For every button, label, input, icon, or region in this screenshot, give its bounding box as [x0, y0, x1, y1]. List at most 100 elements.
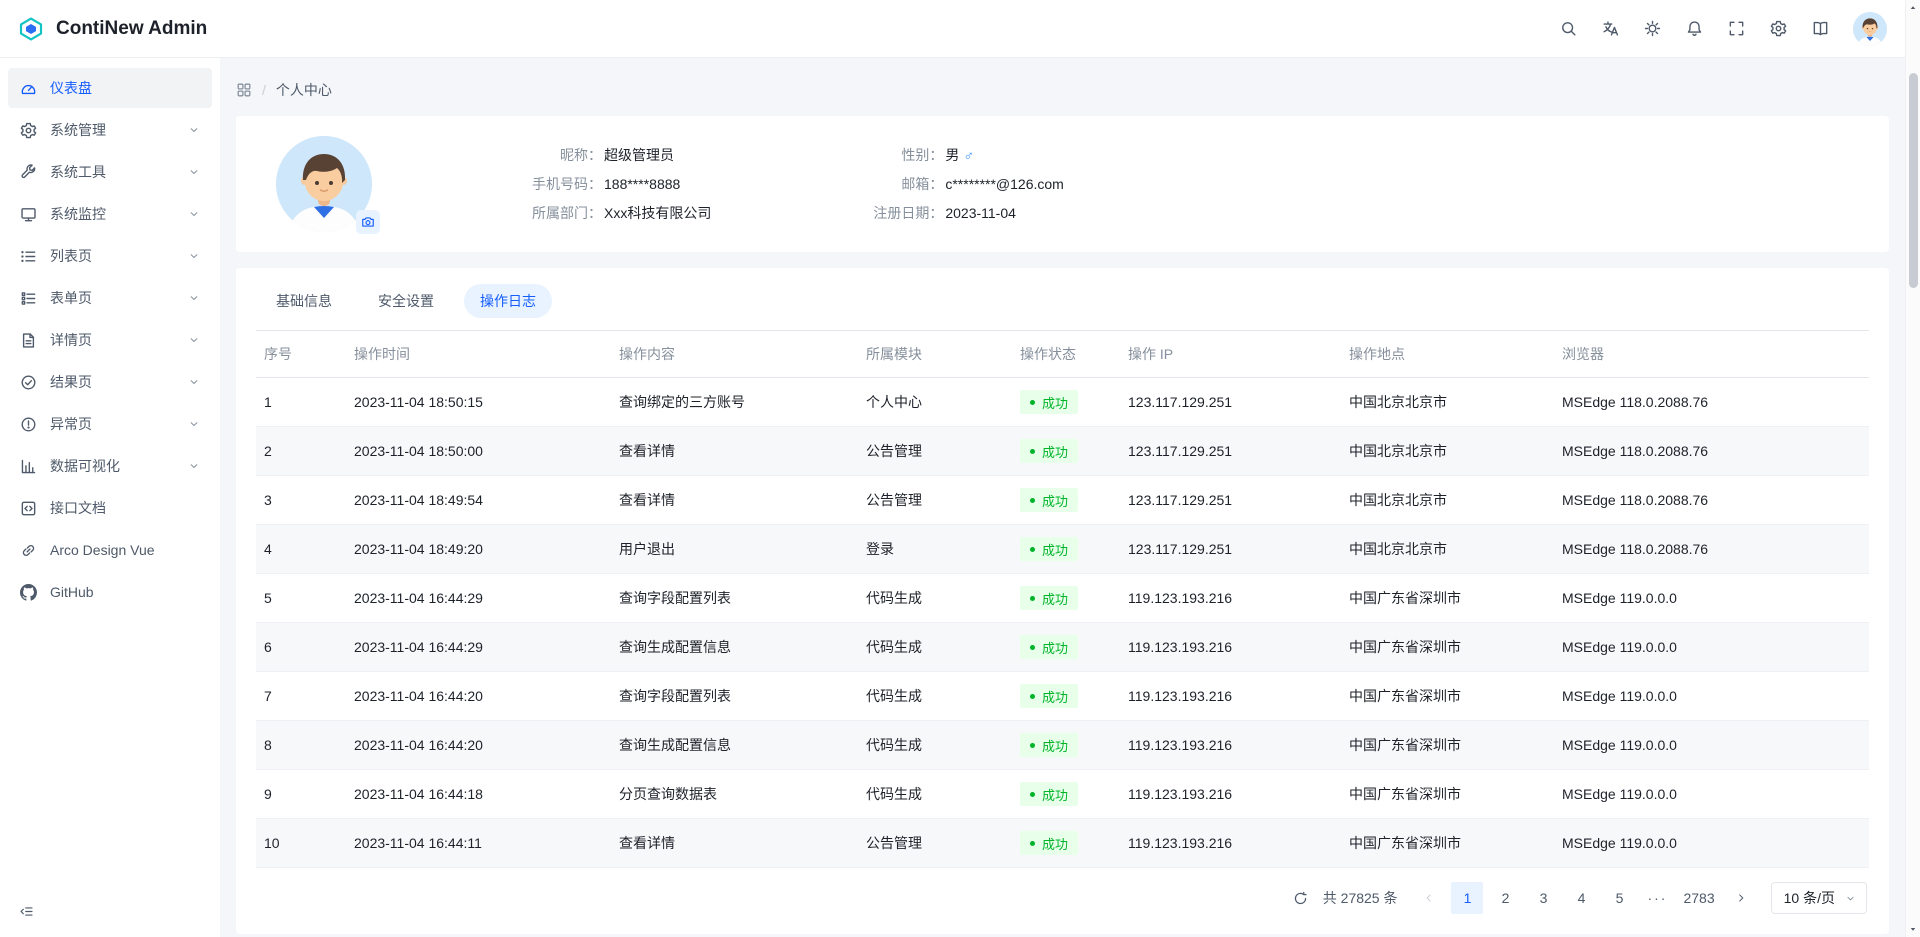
sidebar-item-arco-design-vue[interactable]: Arco Design Vue	[8, 530, 212, 570]
table-cell: 2023-11-04 18:50:15	[346, 378, 611, 427]
menu-label: 异常页	[50, 414, 175, 434]
scrollbar-thumb[interactable]	[1909, 73, 1918, 288]
scroll-up-arrow[interactable]	[1906, 1, 1920, 15]
fullscreen-button[interactable]	[1719, 12, 1753, 46]
table-cell: 119.123.193.216	[1120, 672, 1341, 721]
table-cell: 119.123.193.216	[1120, 574, 1341, 623]
table-cell: 中国广东省深圳市	[1341, 770, 1554, 819]
refresh-button[interactable]	[1287, 884, 1315, 912]
table-cell: 119.123.193.216	[1120, 721, 1341, 770]
settings-button[interactable]	[1761, 12, 1795, 46]
tab-security-settings[interactable]: 安全设置	[362, 284, 450, 318]
profile-field: 注册日期：2023-11-04	[861, 201, 1064, 225]
table-cell: 119.123.193.216	[1120, 770, 1341, 819]
table-cell: 中国广东省深圳市	[1341, 574, 1554, 623]
app-logo[interactable]: ContiNew Admin	[16, 14, 207, 44]
app-title: ContiNew Admin	[56, 18, 207, 40]
apps-icon[interactable]	[236, 82, 252, 98]
sidebar-item-list-page[interactable]: 列表页	[8, 236, 212, 276]
status-badge: 成功	[1020, 488, 1078, 512]
status-badge: 成功	[1020, 831, 1078, 855]
tool-icon	[20, 164, 37, 181]
profile-card: 昵称：超级管理员手机号码：188****8888所属部门：Xxx科技有限公司性别…	[236, 116, 1889, 252]
table-cell: MSEdge 119.0.0.0	[1554, 574, 1869, 623]
sidebar-item-form-page[interactable]: 表单页	[8, 278, 212, 318]
file-icon	[20, 332, 37, 349]
sidebar-item-data-visualization[interactable]: 数据可视化	[8, 446, 212, 486]
translate-button[interactable]	[1593, 12, 1627, 46]
change-avatar-button[interactable]	[356, 210, 380, 234]
theme-button[interactable]	[1635, 12, 1669, 46]
status-label: 成功	[1042, 785, 1068, 804]
menu-label: 系统监控	[50, 204, 175, 224]
sidebar-item-system-monitor[interactable]: 系统监控	[8, 194, 212, 234]
profile-field-value: 188****8888	[604, 172, 680, 196]
page-button-4[interactable]: 4	[1565, 882, 1597, 914]
next-page-button[interactable]	[1725, 882, 1757, 914]
status-badge: 成功	[1020, 439, 1078, 463]
profile-avatar	[276, 136, 372, 232]
bell-icon	[1686, 20, 1703, 37]
notifications-button[interactable]	[1677, 12, 1711, 46]
page-button-3[interactable]: 3	[1527, 882, 1559, 914]
table-cell: MSEdge 119.0.0.0	[1554, 721, 1869, 770]
table-cell: 成功	[1012, 770, 1120, 819]
profile-field-label: 注册日期：	[861, 201, 943, 225]
user-avatar[interactable]	[1853, 12, 1887, 46]
dashboard-icon	[20, 80, 37, 97]
page-button-2[interactable]: 2	[1489, 882, 1521, 914]
page-button-2783[interactable]: 2783	[1679, 882, 1718, 914]
table-cell: 代码生成	[858, 672, 1012, 721]
sidebar-item-result-page[interactable]: 结果页	[8, 362, 212, 402]
table-cell: 查看详情	[611, 427, 858, 476]
table-cell: 3	[256, 476, 346, 525]
menu-label: 接口文档	[50, 498, 200, 518]
table-cell: 1	[256, 378, 346, 427]
table-cell: 查询绑定的三方账号	[611, 378, 858, 427]
sidebar-collapse-button[interactable]	[12, 897, 40, 925]
table-cell: 个人中心	[858, 378, 1012, 427]
status-label: 成功	[1042, 393, 1068, 412]
table-cell: MSEdge 119.0.0.0	[1554, 819, 1869, 868]
breadcrumb-current: 个人中心	[276, 80, 332, 100]
profile-field-value: 2023-11-04	[945, 201, 1016, 225]
sidebar-item-dashboard[interactable]: 仪表盘	[8, 68, 212, 108]
table-cell: 查看详情	[611, 819, 858, 868]
profile-field: 手机号码：188****8888	[502, 172, 711, 196]
tab-basic-info[interactable]: 基础信息	[260, 284, 348, 318]
profile-field-label: 邮箱：	[861, 172, 943, 196]
sidebar-item-system-tools[interactable]: 系统工具	[8, 152, 212, 192]
check-circle-icon	[20, 374, 37, 391]
table-cell: 2023-11-04 18:49:54	[346, 476, 611, 525]
sidebar-item-detail-page[interactable]: 详情页	[8, 320, 212, 360]
table-cell: 查询生成配置信息	[611, 721, 858, 770]
page-button-1[interactable]: 1	[1451, 882, 1483, 914]
search-button[interactable]	[1551, 12, 1585, 46]
table-cell: 中国广东省深圳市	[1341, 819, 1554, 868]
status-dot-icon	[1030, 841, 1035, 846]
status-badge: 成功	[1020, 684, 1078, 708]
chevron-down-icon	[188, 250, 200, 262]
prev-page-button[interactable]	[1413, 882, 1445, 914]
profile-field: 性别：男♂	[861, 143, 1064, 167]
page-size-select[interactable]: 10 条/页	[1771, 882, 1867, 914]
table-row: 92023-11-04 16:44:18分页查询数据表代码生成成功119.123…	[256, 770, 1869, 819]
page-button-5[interactable]: 5	[1603, 882, 1635, 914]
profile-field-value: 男	[945, 143, 959, 167]
camera-icon	[361, 215, 375, 229]
table-row: 12023-11-04 18:50:15查询绑定的三方账号个人中心成功123.1…	[256, 378, 1869, 427]
sidebar-item-system-management[interactable]: 系统管理	[8, 110, 212, 150]
sidebar-item-api-docs[interactable]: 接口文档	[8, 488, 212, 528]
scroll-down-arrow[interactable]	[1906, 922, 1920, 936]
table-cell: 2023-11-04 16:44:11	[346, 819, 611, 868]
sidebar-item-github[interactable]: GitHub	[8, 572, 212, 612]
table-cell: 成功	[1012, 378, 1120, 427]
chevron-right-icon	[1735, 892, 1747, 904]
window-scrollbar[interactable]	[1905, 0, 1920, 937]
chevron-down-icon	[188, 334, 200, 346]
table-cell: 2023-11-04 16:44:29	[346, 574, 611, 623]
tab-operation-log[interactable]: 操作日志	[464, 284, 552, 318]
table-cell: MSEdge 119.0.0.0	[1554, 770, 1869, 819]
sidebar-item-exception-page[interactable]: 异常页	[8, 404, 212, 444]
docs-button[interactable]	[1803, 12, 1837, 46]
